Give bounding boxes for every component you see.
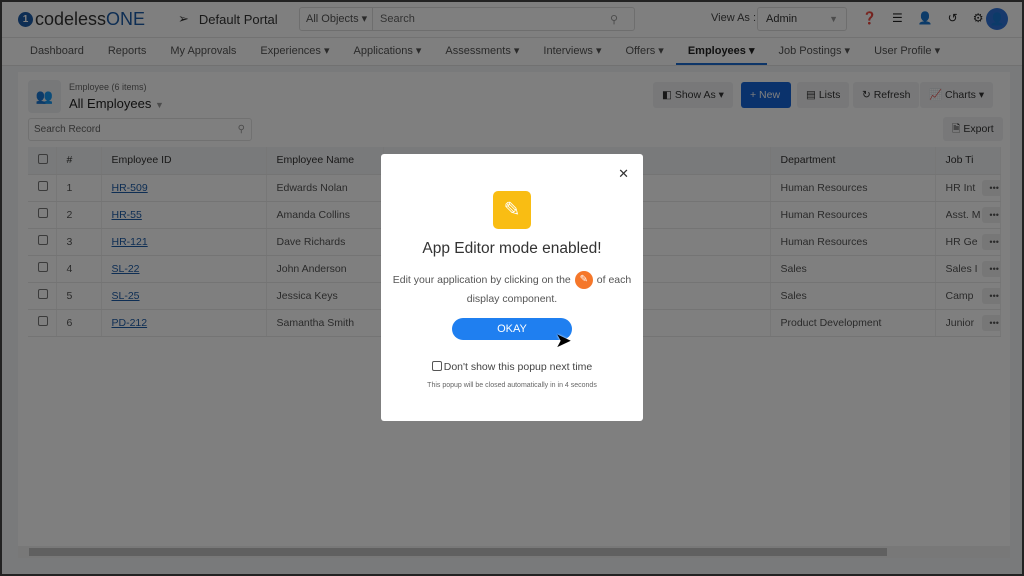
dont-show-checkbox[interactable]: Don't show this popup next time (381, 361, 643, 373)
dont-show-label: Don't show this popup next time (443, 361, 593, 373)
okay-button[interactable]: OKAY (452, 318, 572, 340)
pencil-icon: ✎ (493, 191, 531, 229)
close-icon[interactable]: ✕ (618, 166, 629, 182)
modal-title: App Editor mode enabled! (422, 240, 602, 257)
app-editor-modal: ✕ ✎ App Editor mode enabled! Edit your a… (381, 154, 643, 421)
mouse-cursor-icon: ➤ (555, 330, 572, 352)
edit-pencil-icon: ✎ (574, 271, 593, 290)
body-text-1: Edit your application by clicking on the (392, 274, 571, 286)
auto-close-note: This popup will be closed automatically … (427, 382, 597, 389)
modal-body: Edit your application by clicking on the… (391, 271, 633, 309)
